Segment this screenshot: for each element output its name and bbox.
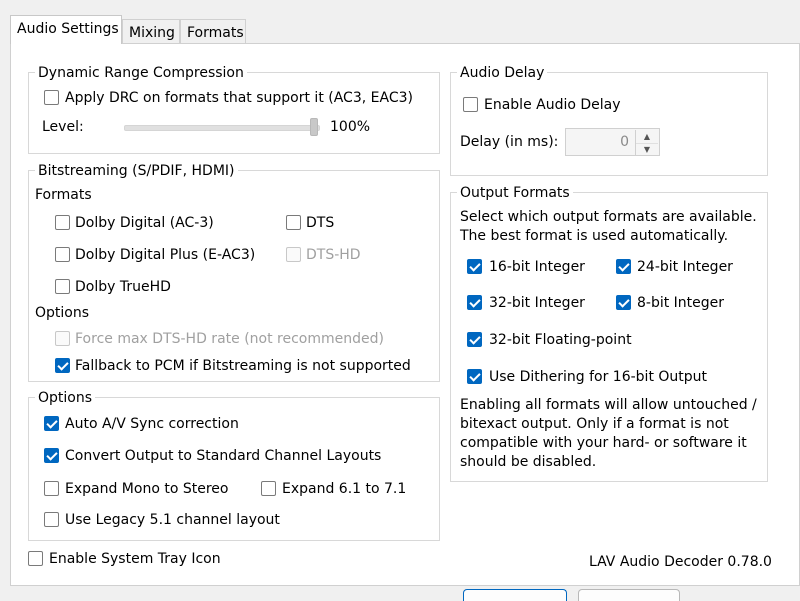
int24-label: 24-bit Integer (637, 259, 733, 275)
bitstreaming-legend: Bitstreaming (S/PDIF, HDMI) (35, 162, 238, 180)
int32-checkbox[interactable] (467, 295, 482, 310)
dts-checkbox[interactable] (286, 215, 301, 230)
fallback-pcm-checkbox[interactable] (55, 358, 70, 373)
output-formats-description: Select which output formats are availabl… (460, 208, 757, 246)
tab-mixing[interactable]: Mixing (122, 19, 180, 44)
expand-mono-label: Expand Mono to Stereo (65, 481, 229, 497)
system-tray-label: Enable System Tray Icon (49, 551, 221, 567)
output-formats-note-line: Enabling all formats will allow untouche… (460, 397, 757, 413)
output-formats-note-line: should be disabled. (460, 454, 597, 470)
dithering-label: Use Dithering for 16-bit Output (489, 369, 708, 385)
legacy-51-label: Use Legacy 5.1 channel layout (65, 512, 280, 528)
float32-checkbox[interactable] (467, 332, 482, 347)
dts-label: DTS (306, 215, 335, 231)
expand-61-label: Expand 6.1 to 7.1 (282, 481, 407, 497)
fallback-pcm-label: Fallback to PCM if Bitstreaming is not s… (75, 358, 411, 374)
enable-audio-delay-label: Enable Audio Delay (484, 97, 621, 113)
dolby-digital-plus-label: Dolby Digital Plus (E-AC3) (75, 247, 256, 263)
output-formats-note: Enabling all formats will allow untouche… (460, 396, 757, 472)
dolby-digital-checkbox[interactable] (55, 215, 70, 230)
system-tray-checkbox[interactable] (28, 551, 43, 566)
delay-ms-value: 0 (620, 134, 629, 150)
ok-button[interactable] (463, 589, 567, 601)
delay-ms-label: Delay (in ms): (460, 134, 559, 150)
enable-audio-delay-checkbox[interactable] (463, 97, 478, 112)
spin-up-arrow-icon[interactable]: ▲ (636, 130, 658, 144)
drc-legend: Dynamic Range Compression (35, 64, 247, 82)
drc-group (28, 72, 440, 154)
int16-checkbox[interactable] (467, 259, 482, 274)
drc-level-value: 100% (330, 119, 371, 135)
dolby-digital-label: Dolby Digital (AC-3) (75, 215, 214, 231)
legacy-51-checkbox[interactable] (44, 512, 59, 527)
dts-hd-label: DTS-HD (306, 247, 361, 263)
expand-mono-checkbox[interactable] (44, 481, 59, 496)
output-formats-note-line: bitexact output. Only if a format is not (460, 416, 729, 432)
dolby-truehd-checkbox[interactable] (55, 279, 70, 294)
apply-drc-label: Apply DRC on formats that support it (AC… (65, 90, 413, 106)
apply-drc-checkbox[interactable] (44, 90, 59, 105)
tab-formats[interactable]: Formats (180, 19, 246, 44)
auto-av-sync-label: Auto A/V Sync correction (65, 416, 239, 432)
output-formats-description-line: The best format is used automatically. (460, 228, 729, 244)
force-max-dtshd-checkbox[interactable] (55, 331, 70, 346)
tab-audio-settings[interactable]: Audio Settings (10, 15, 122, 44)
float32-label: 32-bit Floating-point (489, 332, 632, 348)
spin-down-arrow-icon[interactable]: ▼ (636, 143, 658, 156)
convert-output-label: Convert Output to Standard Channel Layou… (65, 448, 382, 464)
dolby-truehd-label: Dolby TrueHD (75, 279, 171, 295)
drc-level-slider-thumb[interactable] (310, 118, 318, 136)
drc-level-slider[interactable] (124, 125, 320, 131)
int8-label: 8-bit Integer (637, 295, 725, 311)
force-max-dtshd-label: Force max DTS-HD rate (not recommended) (75, 331, 384, 347)
int32-label: 32-bit Integer (489, 295, 585, 311)
delay-ms-spinbox[interactable]: 0 ▲ ▼ (565, 128, 660, 156)
convert-output-checkbox[interactable] (44, 448, 59, 463)
output-formats-note-line: compatible with your hard- or software i… (460, 435, 747, 451)
audio-delay-legend: Audio Delay (457, 64, 548, 82)
delay-spin-buttons: ▲ ▼ (635, 130, 658, 156)
output-formats-description-line: Select which output formats are availabl… (460, 209, 757, 225)
cancel-button[interactable] (578, 589, 680, 601)
dts-hd-checkbox[interactable] (286, 247, 301, 262)
dithering-checkbox[interactable] (467, 369, 482, 384)
bitstream-options-label: Options (35, 305, 90, 321)
int8-checkbox[interactable] (616, 295, 631, 310)
int24-checkbox[interactable] (616, 259, 631, 274)
auto-av-sync-checkbox[interactable] (44, 416, 59, 431)
expand-61-checkbox[interactable] (261, 481, 276, 496)
version-label: LAV Audio Decoder 0.78.0 (589, 554, 772, 570)
drc-level-label: Level: (42, 119, 84, 135)
options-legend: Options (35, 389, 96, 407)
bitstream-formats-label: Formats (35, 187, 92, 203)
audio-delay-group (450, 72, 768, 176)
output-formats-legend: Output Formats (457, 184, 573, 202)
dolby-digital-plus-checkbox[interactable] (55, 247, 70, 262)
int16-label: 16-bit Integer (489, 259, 585, 275)
